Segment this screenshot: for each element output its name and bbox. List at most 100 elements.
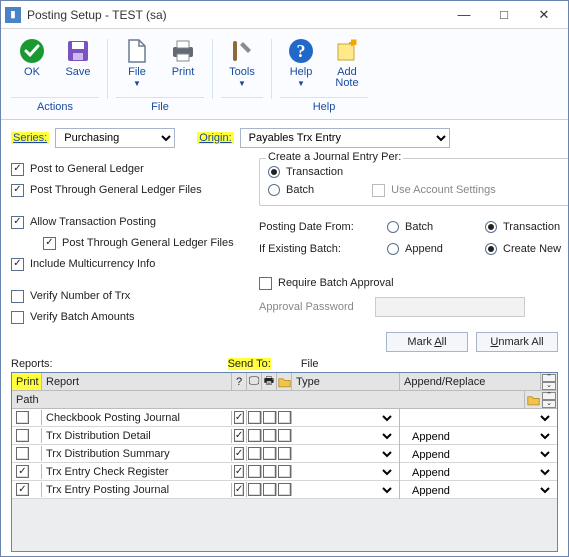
save-icon [64,37,92,65]
existing-append-radio[interactable] [387,243,399,255]
row-file-checkbox[interactable] [278,483,291,496]
allow-tx-checkbox[interactable] [11,216,24,229]
row-q-checkbox[interactable] [234,465,244,478]
row-print-dest-checkbox[interactable] [263,447,276,460]
row-q-checkbox[interactable] [234,429,244,442]
row-print-checkbox[interactable] [16,429,29,442]
ribbon: OK Save Actions File ▼ [1,29,568,120]
expand-down-icon[interactable]: ⌄ [542,382,556,390]
mark-all-button[interactable]: Mark All [386,332,468,352]
ok-icon [18,37,46,65]
req-batch-checkbox[interactable] [259,277,272,290]
row-ar-select[interactable]: Append [404,482,553,498]
add-note-button[interactable]: Add Note [326,33,368,93]
tools-button[interactable]: Tools ▼ [221,33,263,93]
journal-entry-legend: Create a Journal Entry Per: [266,151,403,163]
origin-select[interactable]: Payables Trx Entry [240,128,450,148]
date-batch-radio[interactable] [387,221,399,233]
hdr-folder-icon[interactable] [277,373,292,390]
row-file-checkbox[interactable] [278,411,291,424]
post-thru-gl2-checkbox[interactable] [43,237,56,250]
row-ar-select[interactable]: Append [404,446,553,462]
verify-amt-checkbox[interactable] [11,311,24,324]
post-thru-gl-checkbox[interactable] [11,184,24,197]
row-type-select[interactable] [296,482,395,498]
date-from-label: Posting Date From: [259,221,379,233]
row-print-checkbox[interactable] [16,411,29,424]
row-type-select[interactable] [296,464,395,480]
hdr-expand[interactable]: ⌃⌄ [541,373,557,390]
row-report-name: Trx Distribution Summary [42,447,232,461]
row-q-checkbox[interactable] [234,483,244,496]
hdr-report[interactable]: Report [42,373,232,390]
hdr-type[interactable]: Type [292,373,400,390]
row-file-checkbox[interactable] [278,429,291,442]
hdr-path-folder[interactable] [525,391,541,408]
verify-num-checkbox[interactable] [11,290,24,303]
grid-header-path-row: Path ⌃⌄ [12,391,557,409]
hdr-screen-icon[interactable]: 🖵 [247,373,262,390]
print-icon [169,37,197,65]
row-print-checkbox[interactable] [16,447,29,460]
row-print-dest-checkbox[interactable] [263,429,276,442]
post-gl-label: Post to General Ledger [30,163,144,175]
row-print-checkbox[interactable] [16,465,29,478]
row-print-dest-checkbox[interactable] [263,465,276,478]
row-ar-select[interactable] [404,410,553,426]
help-button[interactable]: ? Help ▼ [280,33,322,93]
existing-createnew-radio[interactable] [485,243,497,255]
post-gl-checkbox[interactable] [11,163,24,176]
print-button[interactable]: Print [162,33,204,93]
row-screen-checkbox[interactable] [248,447,261,460]
approval-pw-label: Approval Password [259,301,369,313]
ribbon-group-file: File ▼ Print File [110,33,210,119]
table-row: Trx Entry Posting JournalAppend [12,481,557,499]
req-batch-label: Require Batch Approval [278,277,394,289]
row-screen-checkbox[interactable] [248,411,261,424]
svg-text:?: ? [297,41,306,61]
close-button[interactable]: ✕ [524,4,564,26]
ribbon-group-label-help: Help [280,97,368,115]
row-type-select[interactable] [296,410,395,426]
journal-transaction-radio[interactable] [268,166,280,178]
minimize-button[interactable]: — [444,4,484,26]
row-print-dest-checkbox[interactable] [263,411,276,424]
row-ar-select[interactable]: Append [404,464,553,480]
row-screen-checkbox[interactable] [248,483,261,496]
allow-tx-label: Allow Transaction Posting [30,216,156,228]
hdr-append-replace[interactable]: Append/Replace [400,373,541,390]
maximize-button[interactable]: □ [484,4,524,26]
file-button[interactable]: File ▼ [116,33,158,93]
row-q-checkbox[interactable] [234,411,244,424]
add-note-label: Add Note [335,67,358,89]
series-label: Series: [11,132,49,144]
expand-up-icon[interactable]: ⌃ [542,374,556,382]
hdr-path[interactable]: Path [12,391,525,408]
row-file-checkbox[interactable] [278,447,291,460]
hdr-question[interactable]: ? [232,373,247,390]
save-button[interactable]: Save [57,33,99,93]
hdr-printer-icon[interactable]: 🖶 [262,373,277,390]
row-print-dest-checkbox[interactable] [263,483,276,496]
journal-batch-label: Batch [286,184,314,196]
ok-button[interactable]: OK [11,33,53,93]
posting-options-grid: Posting Date From: Batch Transaction If … [259,218,568,258]
row-type-select[interactable] [296,428,395,444]
app-icon: ▮ [5,7,21,23]
row-screen-checkbox[interactable] [248,429,261,442]
date-transaction-radio[interactable] [485,221,497,233]
table-row: Trx Distribution Summary Append [12,445,557,463]
row-print-checkbox[interactable] [16,483,29,496]
row-q-checkbox[interactable] [234,447,244,460]
unmark-all-button[interactable]: Unmark All [476,332,558,352]
form-body: Series: Purchasing Origin: Payables Trx … [1,120,568,556]
row-ar-select[interactable]: Append [404,428,553,444]
series-select[interactable]: Purchasing [55,128,175,148]
hdr-path-expand[interactable]: ⌃⌄ [541,391,557,408]
hdr-print[interactable]: Print [12,373,42,390]
row-type-select[interactable] [296,446,395,462]
row-screen-checkbox[interactable] [248,465,261,478]
row-file-checkbox[interactable] [278,465,291,478]
journal-batch-radio[interactable] [268,184,280,196]
inc-mc-checkbox[interactable] [11,258,24,271]
